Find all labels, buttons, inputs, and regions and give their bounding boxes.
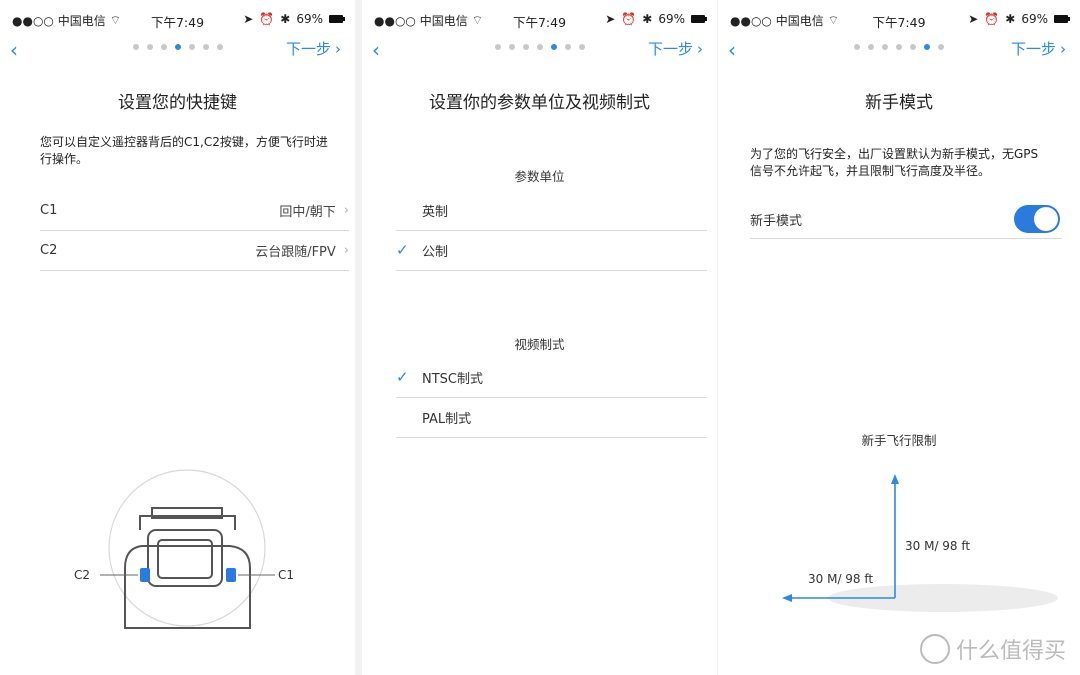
page-dot-active xyxy=(174,44,181,50)
watermark: 什么值得买 xyxy=(919,633,1066,665)
bluetooth-icon: ✱ xyxy=(280,12,291,26)
height-arrow-head xyxy=(891,474,899,484)
video-option-pal[interactable]: PAL制式 xyxy=(396,397,707,438)
battery-icon xyxy=(329,15,345,23)
alarm-icon: ⏰ xyxy=(984,12,1000,26)
battery-icon xyxy=(1054,15,1070,23)
page-dot xyxy=(508,44,515,50)
toggle-knob xyxy=(1034,207,1058,231)
check-icon: ✓ xyxy=(396,241,409,259)
page-dot xyxy=(132,44,139,50)
alarm-icon: ⏰ xyxy=(621,12,637,26)
option-label: PAL制式 xyxy=(422,411,472,427)
page-dot xyxy=(160,44,167,50)
bluetooth-icon: ✱ xyxy=(642,12,653,26)
watermark-icon xyxy=(919,634,950,664)
next-button[interactable]: 下一步 › xyxy=(648,38,703,59)
page-dot xyxy=(868,44,874,50)
radius-limit-label: 30 M/ 98 ft xyxy=(808,572,873,586)
shortcut-row-c2[interactable]: C2 云台跟随/FPV › xyxy=(40,230,349,271)
status-bar: ●●○○ 中国电信 ⌔ 下午7:49 ➤ ⏰ ✱ 69% xyxy=(0,0,355,40)
battery-percent: 69% xyxy=(658,12,685,26)
page-dot-active xyxy=(924,44,930,50)
page-dot-active xyxy=(550,44,557,50)
unit-option-metric[interactable]: ✓ 公制 xyxy=(396,230,707,271)
option-label: 公制 xyxy=(422,244,449,260)
page-dot xyxy=(564,44,571,50)
flight-limit-diagram: 30 M/ 98 ft 30 M/ 98 ft xyxy=(782,474,1058,612)
chevron-right-icon: › xyxy=(343,242,349,258)
chevron-right-icon: › xyxy=(1060,39,1066,58)
page-description: 您可以自定义遥控器背后的C1,C2按键，方便飞行时进行操作。 xyxy=(40,135,328,166)
page-dot xyxy=(494,44,501,50)
chevron-right-icon: › xyxy=(343,202,349,218)
chevron-right-icon: › xyxy=(697,39,703,58)
page-dot xyxy=(536,44,543,50)
alarm-icon: ⏰ xyxy=(259,12,275,26)
page-title: 设置您的快捷键 xyxy=(118,93,237,113)
shortcut-key: C1 xyxy=(40,202,58,218)
page-title: 设置你的参数单位及视频制式 xyxy=(429,93,650,113)
location-icon: ➤ xyxy=(968,12,979,26)
c1-label: C1 xyxy=(278,568,294,582)
shortcut-value: 云台跟随/FPV xyxy=(255,244,336,260)
radius-arrow-head xyxy=(782,594,792,602)
beginner-mode-panel: ●●○○ 中国电信 ⌔ 下午7:49 ➤ ⏰ ✱ 69% ‹ 下一步 › 新手模式… xyxy=(718,0,1080,675)
chevron-right-icon: › xyxy=(335,39,341,58)
beginner-mode-toggle[interactable] xyxy=(1014,205,1060,233)
battery-percent: 69% xyxy=(296,12,323,26)
diagram-circle xyxy=(108,469,266,627)
c2-label: C2 xyxy=(74,568,90,582)
shortcut-row-c1[interactable]: C1 回中/朝下 › xyxy=(40,190,349,231)
page-dot xyxy=(146,44,153,50)
page-description: 为了您的飞行安全，出厂设置默认为新手模式，无GPS信号不允许起飞，并且限制飞行高… xyxy=(750,147,1039,178)
page-dot xyxy=(910,44,916,50)
c1-button-marker xyxy=(226,568,236,582)
units-section-header: 参数单位 xyxy=(514,169,565,184)
page-dot xyxy=(202,44,209,50)
watermark-text: 什么值得买 xyxy=(955,639,1066,664)
battery-percent: 69% xyxy=(1021,12,1048,26)
height-limit-label: 30 M/ 98 ft xyxy=(905,539,970,553)
status-bar: ●●○○ 中国电信 ⌔ 下午7:49 ➤ ⏰ ✱ 69% xyxy=(362,0,717,40)
page-dot xyxy=(188,44,195,50)
beginner-mode-label: 新手模式 xyxy=(750,213,803,229)
back-button[interactable]: ‹ xyxy=(372,38,380,62)
next-label: 下一步 xyxy=(285,40,331,58)
page-dot xyxy=(854,44,860,50)
location-icon: ➤ xyxy=(243,12,254,26)
video-section-header: 视频制式 xyxy=(514,337,565,352)
location-icon: ➤ xyxy=(605,12,616,26)
limit-title: 新手飞行限制 xyxy=(861,433,937,448)
page-dot xyxy=(522,44,529,50)
page-dot xyxy=(938,44,944,50)
next-button[interactable]: 下一步 › xyxy=(286,38,341,59)
option-label: 英制 xyxy=(422,204,449,220)
page-dot xyxy=(578,44,585,50)
next-button[interactable]: 下一步 › xyxy=(1011,38,1066,59)
option-label: NTSC制式 xyxy=(422,371,483,387)
units-panel: ●●○○ 中国电信 ⌔ 下午7:49 ➤ ⏰ ✱ 69% ‹ 下一步 › 设置你的… xyxy=(362,0,717,675)
unit-option-imperial[interactable]: 英制 xyxy=(396,190,707,231)
next-label: 下一步 xyxy=(1010,40,1056,58)
video-option-ntsc[interactable]: ✓ NTSC制式 xyxy=(396,357,707,398)
shortcut-key: C2 xyxy=(40,242,58,258)
page-dot xyxy=(896,44,902,50)
shortcut-value: 回中/朝下 xyxy=(279,204,336,220)
bluetooth-icon: ✱ xyxy=(1005,12,1016,26)
next-label: 下一步 xyxy=(647,40,693,58)
back-button[interactable]: ‹ xyxy=(728,38,736,62)
check-icon: ✓ xyxy=(396,368,409,386)
battery-icon xyxy=(691,15,707,23)
status-bar: ●●○○ 中国电信 ⌔ 下午7:49 ➤ ⏰ ✱ 69% xyxy=(718,0,1080,40)
remote-controller-diagram: C2 C1 xyxy=(74,469,294,629)
page-dot xyxy=(882,44,888,50)
c2-button-marker xyxy=(140,568,150,582)
shortcut-panel: ●●○○ 中国电信 ⌔ 下午7:49 ➤ ⏰ ✱ 69% ‹ 下一步 › 设置您… xyxy=(0,0,355,675)
page-dot xyxy=(216,44,223,50)
back-button[interactable]: ‹ xyxy=(10,38,18,62)
page-title: 新手模式 xyxy=(865,93,933,113)
